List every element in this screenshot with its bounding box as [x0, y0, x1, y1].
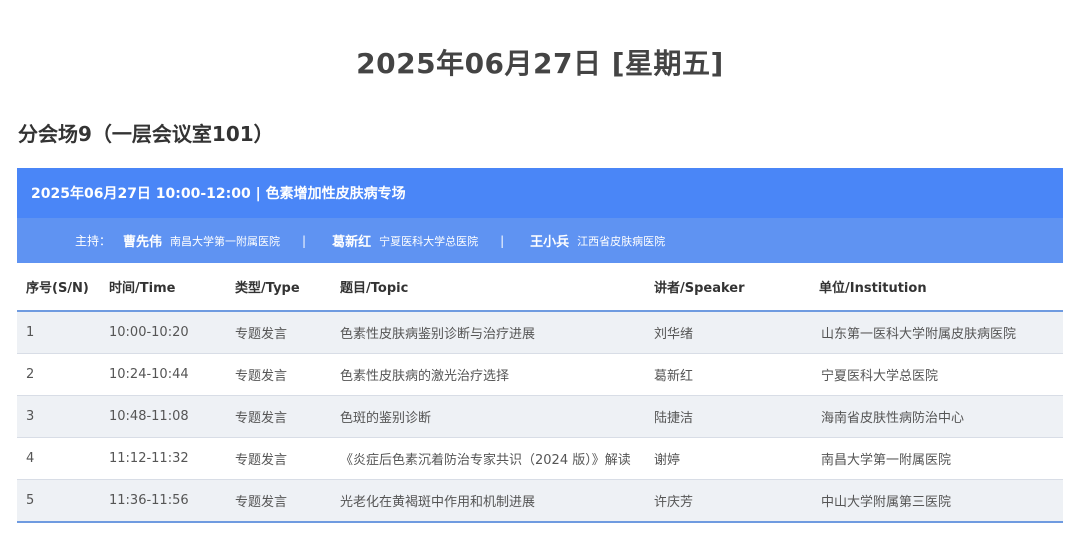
cell-time: 11:12-11:32: [109, 437, 235, 480]
table-row: 4 11:12-11:32 专题发言 《炎症后色素沉着防治专家共识（2024 版…: [17, 437, 1063, 480]
chair-separator: |: [302, 233, 307, 248]
cell-speaker: 刘华绪: [654, 311, 819, 354]
chair-institution: 宁夏医科大学总医院: [379, 234, 479, 248]
chair-institution: 江西省皮肤病医院: [577, 234, 666, 248]
table-row: 2 10:24-10:44 专题发言 色素性皮肤病的激光治疗选择 葛新红 宁夏医…: [17, 353, 1063, 396]
cell-speaker: 谢婷: [654, 437, 819, 480]
chair-separator: |: [500, 233, 505, 248]
header-institution: 单位/Institution: [819, 263, 1063, 312]
header-type: 类型/Type: [235, 263, 340, 312]
cell-institution: 山东第一医科大学附属皮肤病医院: [819, 311, 1063, 354]
chair-institution: 南昌大学第一附属医院: [170, 234, 281, 248]
table-row: 3 10:48-11:08 专题发言 色斑的鉴别诊断 陆捷洁 海南省皮肤性病防治…: [17, 395, 1063, 438]
cell-time: 11:36-11:56: [109, 479, 235, 523]
cell-topic: 《炎症后色素沉着防治专家共识（2024 版）》解读: [340, 437, 654, 480]
chair-name: 曹先伟: [123, 235, 163, 250]
chair-bar: 主持： 曹先伟 南昌大学第一附属医院 | 葛新红 宁夏医科大学总医院 | 王小兵…: [17, 218, 1063, 263]
cell-type: 专题发言: [235, 311, 340, 354]
session-header: 2025年06月27日 10:00-12:00 | 色素增加性皮肤病专场: [17, 168, 1063, 218]
cell-institution: 海南省皮肤性病防治中心: [819, 395, 1063, 438]
cell-topic: 色素性皮肤病的激光治疗选择: [340, 353, 654, 396]
cell-time: 10:48-11:08: [109, 395, 235, 438]
cell-sn: 2: [17, 353, 109, 396]
cell-topic: 光老化在黄褐斑中作用和机制进展: [340, 479, 654, 523]
cell-speaker: 葛新红: [654, 353, 819, 396]
header-sn: 序号(S/N): [17, 263, 109, 312]
header-topic: 题目/Topic: [340, 263, 654, 312]
cell-speaker: 许庆芳: [654, 479, 819, 523]
cell-type: 专题发言: [235, 395, 340, 438]
cell-time: 10:00-10:20: [109, 311, 235, 354]
header-time: 时间/Time: [109, 263, 235, 312]
cell-time: 10:24-10:44: [109, 353, 235, 396]
date-title: 2025年06月27日 [星期五]: [356, 47, 724, 80]
cell-sn: 4: [17, 437, 109, 480]
cell-type: 专题发言: [235, 353, 340, 396]
cell-institution: 中山大学附属第三医院: [819, 479, 1063, 523]
table-header-row: 序号(S/N) 时间/Time 类型/Type 题目/Topic 讲者/Spea…: [17, 263, 1063, 312]
cell-type: 专题发言: [235, 437, 340, 480]
chair-name: 葛新红: [332, 235, 372, 250]
cell-institution: 宁夏医科大学总医院: [819, 353, 1063, 396]
header-speaker: 讲者/Speaker: [654, 263, 819, 312]
cell-topic: 色斑的鉴别诊断: [340, 395, 654, 438]
cell-type: 专题发言: [235, 479, 340, 523]
cell-sn: 1: [17, 311, 109, 354]
schedule-table: 序号(S/N) 时间/Time 类型/Type 题目/Topic 讲者/Spea…: [17, 263, 1063, 523]
table-row: 1 10:00-10:20 专题发言 色素性皮肤病鉴别诊断与治疗进展 刘华绪 山…: [17, 311, 1063, 354]
cell-topic: 色素性皮肤病鉴别诊断与治疗进展: [340, 311, 654, 354]
cell-sn: 3: [17, 395, 109, 438]
cell-institution: 南昌大学第一附属医院: [819, 437, 1063, 480]
cell-sn: 5: [17, 479, 109, 523]
chair-label: 主持：: [75, 234, 112, 248]
cell-speaker: 陆捷洁: [654, 395, 819, 438]
table-row: 5 11:36-11:56 专题发言 光老化在黄褐斑中作用和机制进展 许庆芳 中…: [17, 479, 1063, 523]
chair-name: 王小兵: [530, 235, 570, 250]
session-block: 2025年06月27日 10:00-12:00 | 色素增加性皮肤病专场 主持：…: [17, 168, 1063, 523]
program-page: 2025年06月27日 [星期五] 分会场9（一层会议室101） 2025年06…: [0, 0, 1080, 535]
venue-title: 分会场9（一层会议室101）: [18, 122, 274, 146]
